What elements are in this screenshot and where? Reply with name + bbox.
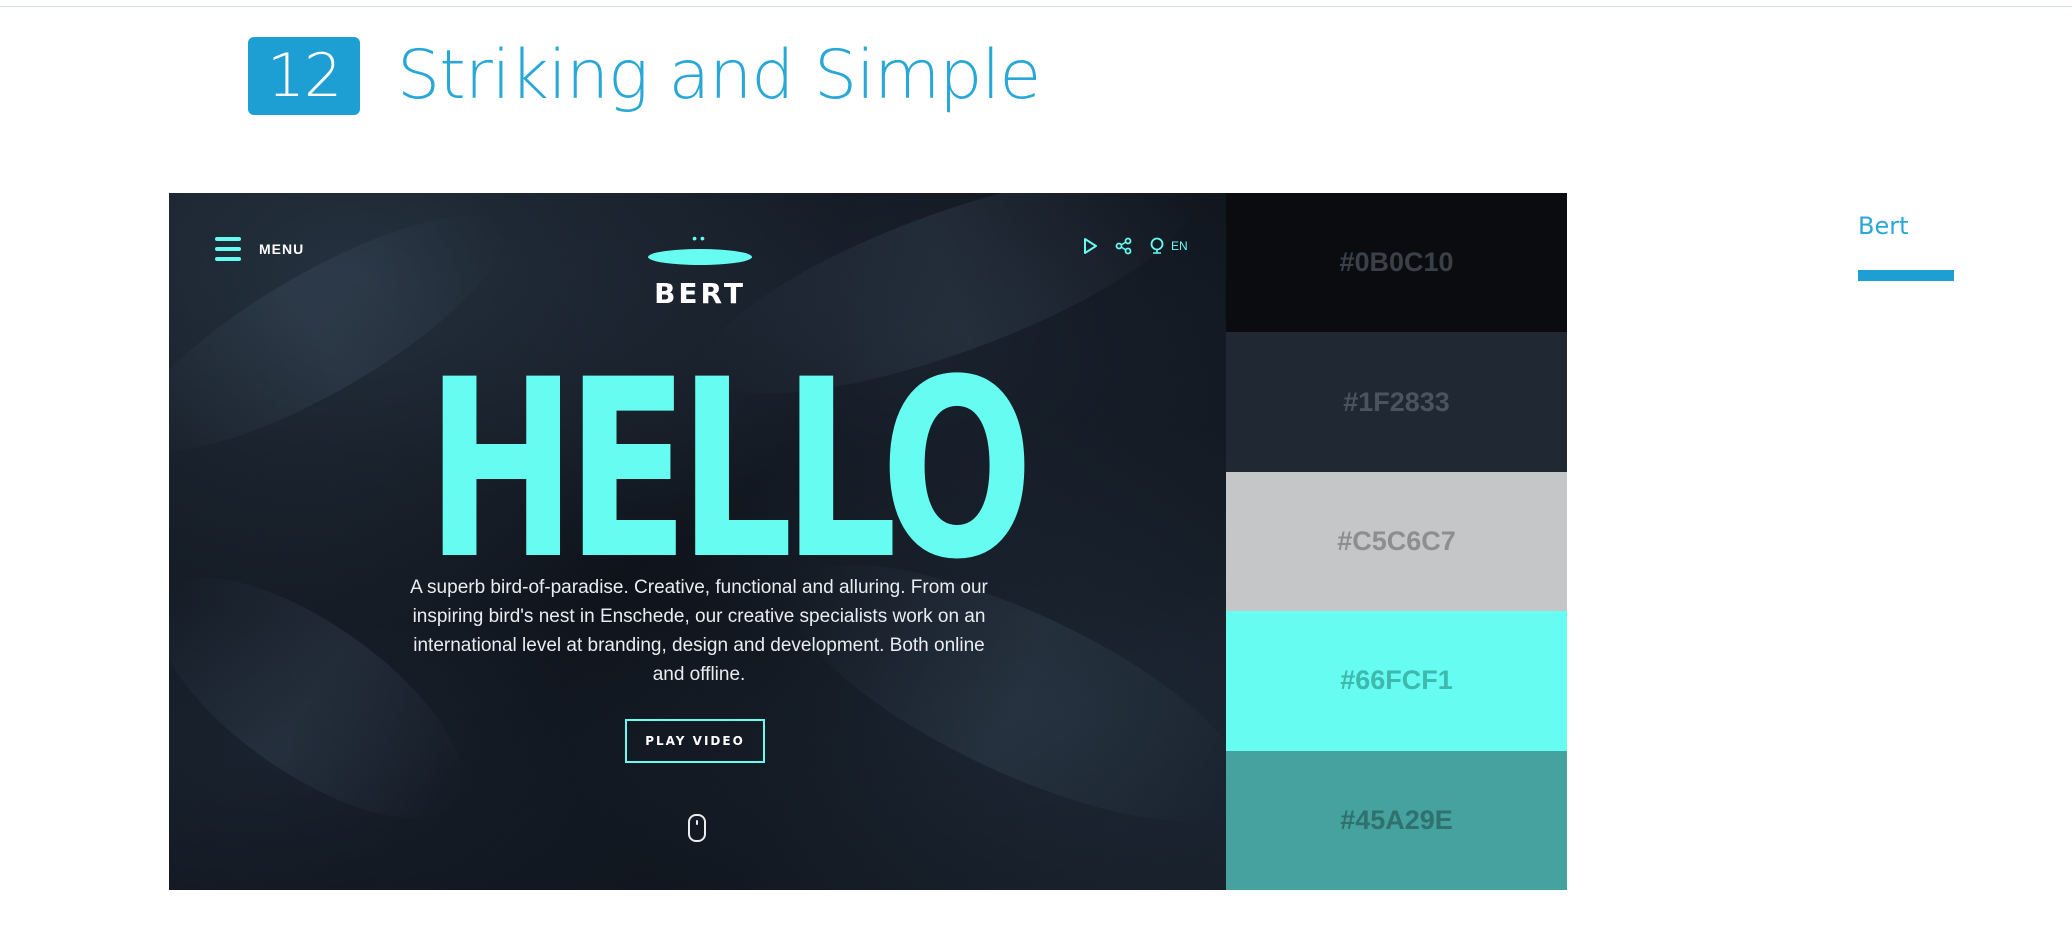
play-icon[interactable] [1081, 237, 1099, 255]
menu-label: MENU [259, 241, 305, 257]
swatch-hex-label: #1F2833 [1343, 386, 1450, 417]
hero-description: A superb bird-of-paradise. Creative, fun… [410, 577, 988, 685]
color-swatch: #C5C6C7 [1226, 471, 1567, 612]
play-video-button[interactable]: PLAY VIDEO [625, 719, 765, 763]
color-palette: #0B0C10 #1F2833 #C5C6C7 #66FCF1 #45A29E [1226, 193, 1567, 891]
scroll-mouse-icon [688, 814, 706, 842]
tab-label: Bert [1858, 212, 1909, 240]
swatch-hex-label: #45A29E [1340, 804, 1453, 835]
logo-text: BERT [654, 277, 746, 310]
color-swatch: #0B0C10 [1226, 193, 1567, 333]
bert-logo[interactable]: •• BERT [645, 230, 755, 310]
swatch-hex-label: #66FCF1 [1340, 665, 1453, 696]
swatch-hex-label: #0B0C10 [1339, 247, 1454, 278]
hero-heading: HELLO [426, 328, 1033, 614]
section-number-badge: 12 [248, 37, 360, 115]
logo-shape [648, 249, 752, 265]
tab-bert[interactable]: Bert [1858, 208, 1954, 281]
share-icon[interactable] [1115, 237, 1133, 255]
top-right-nav: EN [1081, 237, 1188, 255]
section-title: Striking and Simple [397, 36, 1041, 115]
website-preview-image: MENU •• BERT EN HELLO A superb bird-of-p… [169, 193, 1226, 890]
menu-button[interactable]: MENU [215, 237, 304, 261]
color-swatch: #1F2833 [1226, 332, 1567, 472]
section-header: 12 Striking and Simple [248, 36, 1041, 116]
logo-dots: •• [692, 230, 708, 246]
globe-icon [1150, 237, 1164, 254]
hero-heading-wrap: HELLO [339, 328, 1039, 614]
top-divider [0, 0, 2072, 7]
swatch-hex-label: #C5C6C7 [1337, 526, 1456, 557]
language-label: EN [1171, 239, 1188, 253]
color-swatch: #66FCF1 [1226, 611, 1567, 751]
hamburger-icon [215, 237, 241, 261]
language-selector[interactable]: EN [1149, 237, 1188, 255]
active-tab-indicator [1858, 270, 1954, 281]
color-swatch: #45A29E [1226, 750, 1567, 891]
